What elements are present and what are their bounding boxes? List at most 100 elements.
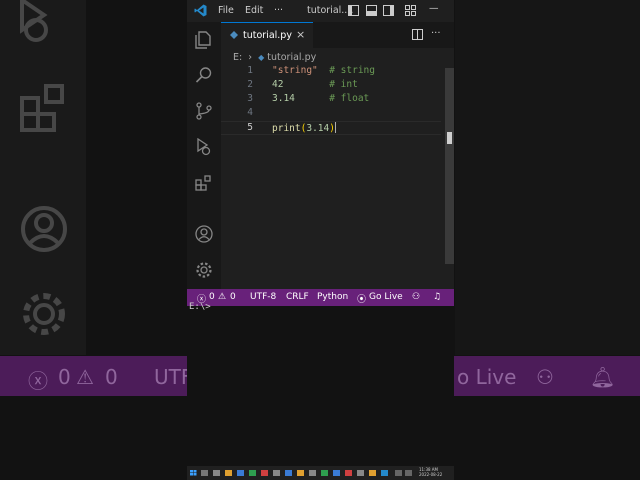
- background-bell-icon: 🔔︎: [590, 365, 616, 389]
- windows-start-icon[interactable]: [190, 470, 197, 476]
- code-comment: # int: [329, 79, 358, 90]
- python-file-icon: [230, 31, 238, 39]
- scrollbar-thumb[interactable]: [447, 132, 452, 144]
- taskbar-app-icon[interactable]: [249, 470, 256, 476]
- window-title: tutorial....: [307, 5, 354, 16]
- toggle-secondary-sidebar-icon[interactable]: [383, 5, 394, 16]
- tray-icon[interactable]: [405, 470, 412, 476]
- terminal-panel[interactable]: E:\>: [187, 302, 454, 466]
- taskbar-app-icon[interactable]: [309, 470, 316, 476]
- background-editor-area: [455, 0, 640, 355]
- taskbar-app-icon[interactable]: [237, 470, 244, 476]
- explorer-icon[interactable]: [195, 31, 213, 49]
- background-account-icon: [21, 206, 67, 252]
- code-token: 42: [272, 79, 284, 90]
- code-token: 3.14: [272, 93, 295, 104]
- language-indicator[interactable]: Python: [317, 292, 348, 302]
- breadcrumb-file[interactable]: tutorial.py: [267, 52, 316, 63]
- background-golive: o Live: [457, 365, 517, 389]
- taskbar-app-icon[interactable]: [285, 470, 292, 476]
- taskbar-app-icon[interactable]: [213, 470, 220, 476]
- background-error-icon: ⓧ: [28, 369, 48, 393]
- tab-tutorial-py[interactable]: tutorial.py ×: [221, 22, 313, 48]
- minimize-icon[interactable]: —: [429, 3, 439, 14]
- background-feedback-icon: ⚇: [536, 365, 554, 389]
- split-editor-icon[interactable]: [412, 29, 423, 40]
- background-gear-icon: [23, 293, 65, 335]
- feedback-icon[interactable]: ⚇: [412, 292, 420, 302]
- code-token: "string": [272, 65, 318, 76]
- toggle-sidebar-icon[interactable]: [348, 5, 359, 16]
- golive-icon[interactable]: ⦿: [357, 292, 366, 305]
- breadcrumb-separator: ›: [248, 52, 253, 63]
- taskbar-app-icon[interactable]: [357, 470, 364, 476]
- clock-date: 2022-08-22: [419, 472, 443, 477]
- background-run-debug-icon: [20, 0, 48, 42]
- bell-icon[interactable]: ♫: [433, 292, 441, 302]
- code-line[interactable]: 2 42 # int: [221, 79, 441, 93]
- warning-count[interactable]: 0: [230, 292, 236, 302]
- line-number: 4: [247, 107, 253, 118]
- menu-file[interactable]: File: [218, 5, 234, 16]
- tab-label: tutorial.py: [243, 30, 292, 41]
- background-extensions-icon: [20, 84, 64, 132]
- code-line[interactable]: 4: [221, 107, 441, 121]
- line-number: 3: [247, 93, 253, 104]
- vscode-logo-icon: [194, 4, 207, 17]
- taskbar-clock[interactable]: 11:38 AM 2022-08-22: [419, 467, 442, 477]
- line-number: 1: [247, 65, 253, 76]
- eol-indicator[interactable]: CRLF: [286, 292, 309, 302]
- title-bar: File Edit ··· tutorial.... —: [187, 0, 454, 22]
- golive-button[interactable]: Go Live: [369, 292, 403, 302]
- code-line[interactable]: 1 "string" # string: [221, 65, 441, 79]
- run-debug-icon[interactable]: [195, 138, 213, 156]
- menu-edit[interactable]: Edit: [245, 5, 263, 16]
- line-number: 5: [247, 122, 253, 133]
- source-control-icon[interactable]: [195, 102, 213, 120]
- taskbar-app-icon[interactable]: [321, 470, 328, 476]
- menu-more[interactable]: ···: [274, 5, 283, 16]
- taskbar-app-icon[interactable]: [225, 470, 232, 476]
- error-count[interactable]: 0: [209, 292, 215, 302]
- taskbar-app-icon[interactable]: [297, 470, 304, 476]
- search-icon[interactable]: [195, 66, 213, 84]
- taskbar-search-icon[interactable]: [201, 470, 208, 476]
- customize-layout-icon[interactable]: [405, 5, 416, 16]
- python-file-icon: ◆: [258, 53, 265, 62]
- toggle-panel-icon[interactable]: [366, 5, 377, 16]
- more-actions-icon[interactable]: ···: [431, 28, 441, 39]
- code-line[interactable]: 3 3.14 # float: [221, 93, 441, 107]
- tab-close-button[interactable]: ×: [296, 28, 305, 41]
- activity-bar: [187, 22, 221, 289]
- encoding-indicator[interactable]: UTF-8: [250, 292, 276, 302]
- taskbar-app-icon[interactable]: [333, 470, 340, 476]
- line-number: 2: [247, 79, 253, 90]
- account-icon[interactable]: [195, 225, 213, 243]
- background-error-count: 0: [58, 365, 71, 389]
- text-cursor: [334, 122, 336, 133]
- code-token: 3.14: [306, 123, 330, 134]
- tab-bar: tutorial.py × ···: [221, 22, 454, 48]
- tray-icon[interactable]: [395, 470, 402, 476]
- code-comment: # float: [329, 93, 370, 104]
- vscode-window: File Edit ··· tutorial.... — tutorial.py…: [187, 0, 454, 480]
- vertical-scrollbar[interactable]: [445, 68, 454, 264]
- taskbar-app-icon[interactable]: [261, 470, 268, 476]
- taskbar: 11:38 AM 2022-08-22: [187, 466, 454, 480]
- warning-icon[interactable]: ⚠: [218, 292, 226, 302]
- taskbar-app-icon[interactable]: [345, 470, 352, 476]
- code-comment: # string: [329, 65, 375, 76]
- taskbar-app-icon[interactable]: [369, 470, 376, 476]
- background-warning-count: 0: [105, 365, 118, 389]
- code-function: print: [272, 123, 301, 134]
- status-bar: ⓧ 0 ⚠ 0 UTF-8 CRLF Python ⦿ Go Live ⚇ ♫: [187, 289, 454, 306]
- extensions-icon[interactable]: [195, 174, 213, 192]
- editor-area: tutorial.py × ··· E: › ◆ tutorial.py 1 "…: [221, 22, 454, 289]
- breadcrumb: E: › ◆ tutorial.py: [233, 52, 316, 63]
- taskbar-vscode-icon[interactable]: [381, 470, 388, 476]
- gear-icon[interactable]: [195, 261, 213, 279]
- terminal-prompt: E:\>: [189, 302, 211, 312]
- taskbar-app-icon[interactable]: [273, 470, 280, 476]
- breadcrumb-root[interactable]: E:: [233, 52, 242, 63]
- code-line-active[interactable]: 5 print(3.14): [221, 121, 441, 135]
